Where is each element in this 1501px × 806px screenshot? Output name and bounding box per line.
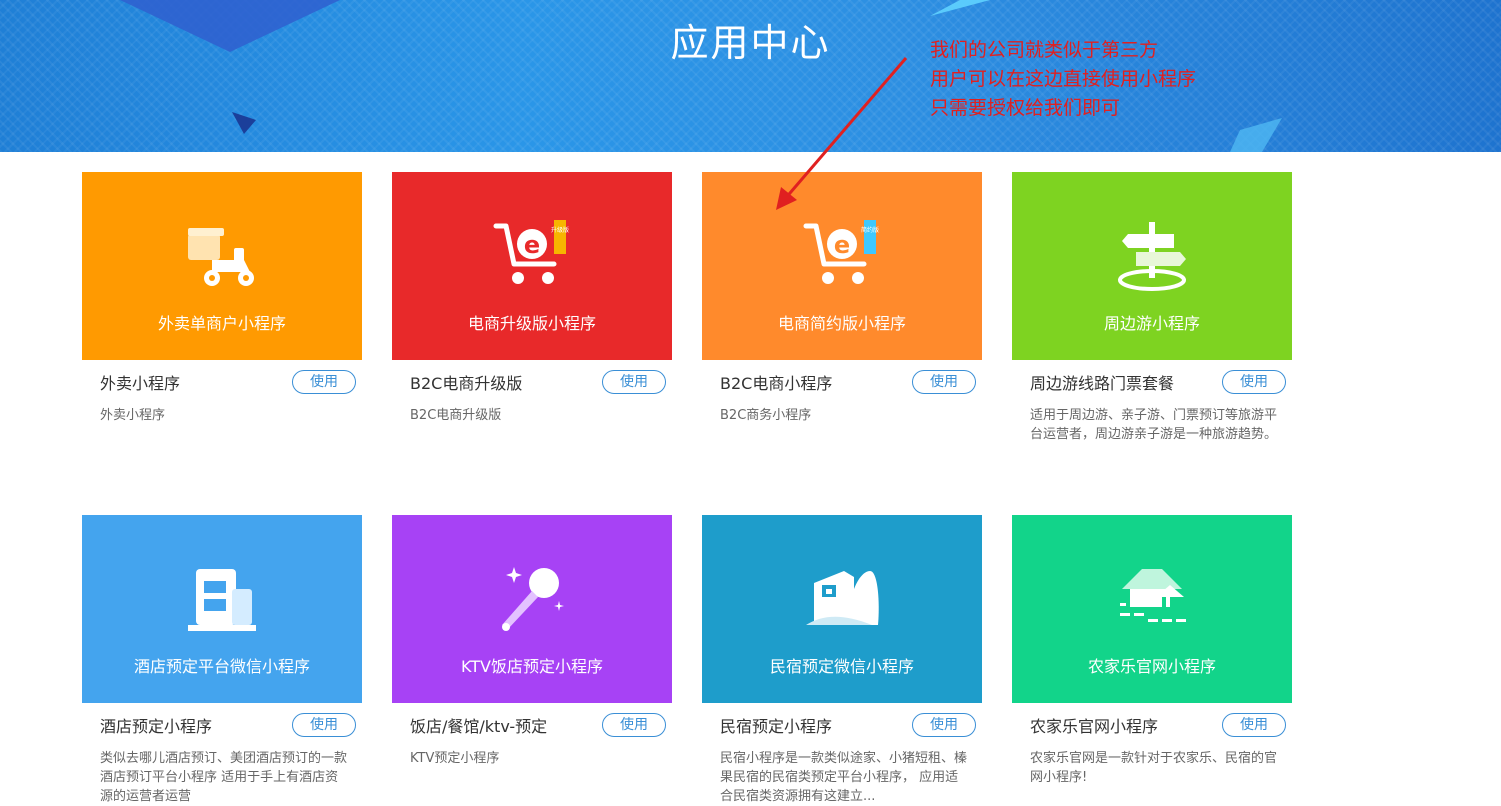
tile-label: 外卖单商户小程序 xyxy=(157,314,286,333)
app-tile[interactable]: 酒店预定平台微信小程序 xyxy=(82,515,362,703)
page-title: 应用中心 xyxy=(670,21,831,65)
tile-label: 酒店预定平台微信小程序 xyxy=(133,657,310,676)
app-card: 外卖单商户小程序 外卖小程序 使用 外卖小程序 xyxy=(82,172,362,425)
app-description: 民宿小程序是一款类似途家、小猪短租、榛果民宿的民宿类预定平台小程序， 应用适合民… xyxy=(720,751,968,804)
use-button[interactable]: 使用 xyxy=(1222,370,1286,394)
app-description: 农家乐官网是一款针对于农家乐、民宿的官网小程序! xyxy=(1030,751,1278,785)
use-button[interactable]: 使用 xyxy=(1222,713,1286,737)
tile-label: 农家乐官网小程序 xyxy=(1087,657,1216,676)
app-card: e 简约版 电商简约版小程序 B2C电商小程序 使用 B2C商务小程序 xyxy=(702,172,982,425)
annotation-line: 用户可以在这边直接使用小程序 xyxy=(930,68,1197,90)
tile-label: 周边游小程序 xyxy=(1103,314,1200,333)
cart-upgrade-icon: e 升级版 xyxy=(493,220,569,284)
app-tile[interactable]: 农家乐官网小程序 xyxy=(1012,515,1292,703)
signpost-icon xyxy=(1118,222,1186,291)
microphone-icon xyxy=(502,567,564,631)
app-tile[interactable]: e 简约版 电商简约版小程序 xyxy=(702,172,982,360)
app-card: e 升级版 电商升级版小程序 B2C电商升级版 使用 B2C电商升级版 xyxy=(392,172,672,425)
use-button[interactable]: 使用 xyxy=(292,713,356,737)
app-description: B2C电商升级版 xyxy=(410,408,502,423)
app-card: 民宿预定微信小程序 民宿预定小程序 使用 民宿小程序是一款类似途家、小猪短租、榛… xyxy=(702,515,982,806)
tile-label: 电商简约版小程序 xyxy=(777,314,906,333)
app-description: 外卖小程序 xyxy=(100,408,166,423)
annotation-line: 我们的公司就类似于第三方 xyxy=(930,39,1159,61)
ribbon-text: 简约版 xyxy=(861,226,879,234)
app-tile[interactable]: e 升级版 电商升级版小程序 xyxy=(392,172,672,360)
use-button[interactable]: 使用 xyxy=(602,713,666,737)
app-card: 农家乐官网小程序 农家乐官网小程序 使用 农家乐官网是一款针对于农家乐、民宿的官… xyxy=(1012,515,1292,787)
app-description: KTV预定小程序 xyxy=(410,751,500,766)
app-card: KTV饭店预定小程序 饭店/餐馆/ktv-预定 使用 KTV预定小程序 xyxy=(392,515,672,768)
tile-label: 电商升级版小程序 xyxy=(467,314,596,333)
annotation-line: 只需要授权给我们即可 xyxy=(930,97,1121,119)
app-description: 类似去哪儿酒店预订、美团酒店预订的一款酒店预订平台小程序 适用于手上有酒店资源的… xyxy=(100,751,348,804)
cart-simple-icon: e 简约版 xyxy=(803,220,879,284)
use-button[interactable]: 使用 xyxy=(912,713,976,737)
homestay-icon xyxy=(806,571,879,625)
app-name: 饭店/餐馆/ktv-预定 xyxy=(410,717,548,736)
app-name: B2C电商小程序 xyxy=(720,374,833,393)
app-tile[interactable]: KTV饭店预定小程序 xyxy=(392,515,672,703)
ribbon-text: 升级版 xyxy=(551,226,569,234)
svg-text:e: e xyxy=(834,231,850,259)
use-button[interactable]: 使用 xyxy=(912,370,976,394)
app-tile[interactable]: 外卖单商户小程序 xyxy=(82,172,362,360)
hotel-icon xyxy=(188,569,256,631)
use-button[interactable]: 使用 xyxy=(602,370,666,394)
farmhouse-icon xyxy=(1120,569,1186,622)
app-tile[interactable]: 民宿预定微信小程序 xyxy=(702,515,982,703)
app-name: 民宿预定小程序 xyxy=(720,717,833,736)
app-name: 酒店预定小程序 xyxy=(100,717,213,736)
app-name: 周边游线路门票套餐 xyxy=(1030,374,1175,393)
app-name: B2C电商升级版 xyxy=(410,374,523,393)
use-button[interactable]: 使用 xyxy=(292,370,356,394)
scooter-icon xyxy=(188,228,254,286)
app-card: 酒店预定平台微信小程序 酒店预定小程序 使用 类似去哪儿酒店预订、美团酒店预订的… xyxy=(82,515,362,806)
app-name: 外卖小程序 xyxy=(100,374,181,393)
tile-label: 民宿预定微信小程序 xyxy=(769,657,914,676)
banner: 应用中心 xyxy=(0,0,1501,152)
app-description: B2C商务小程序 xyxy=(720,408,812,423)
app-description: 适用于周边游、亲子游、门票预订等旅游平台运营者，周边游亲子游是一种旅游趋势。 xyxy=(1030,408,1278,442)
app-tile[interactable]: 周边游小程序 xyxy=(1012,172,1292,360)
tile-label: KTV饭店预定小程序 xyxy=(461,657,603,676)
app-name: 农家乐官网小程序 xyxy=(1030,717,1159,736)
app-card: 周边游小程序 周边游线路门票套餐 使用 适用于周边游、亲子游、门票预订等旅游平台… xyxy=(1012,172,1292,444)
svg-text:e: e xyxy=(524,231,540,259)
annotation-note: 我们的公司就类似于第三方 用户可以在这边直接使用小程序 只需要授权给我们即可 xyxy=(930,36,1196,123)
